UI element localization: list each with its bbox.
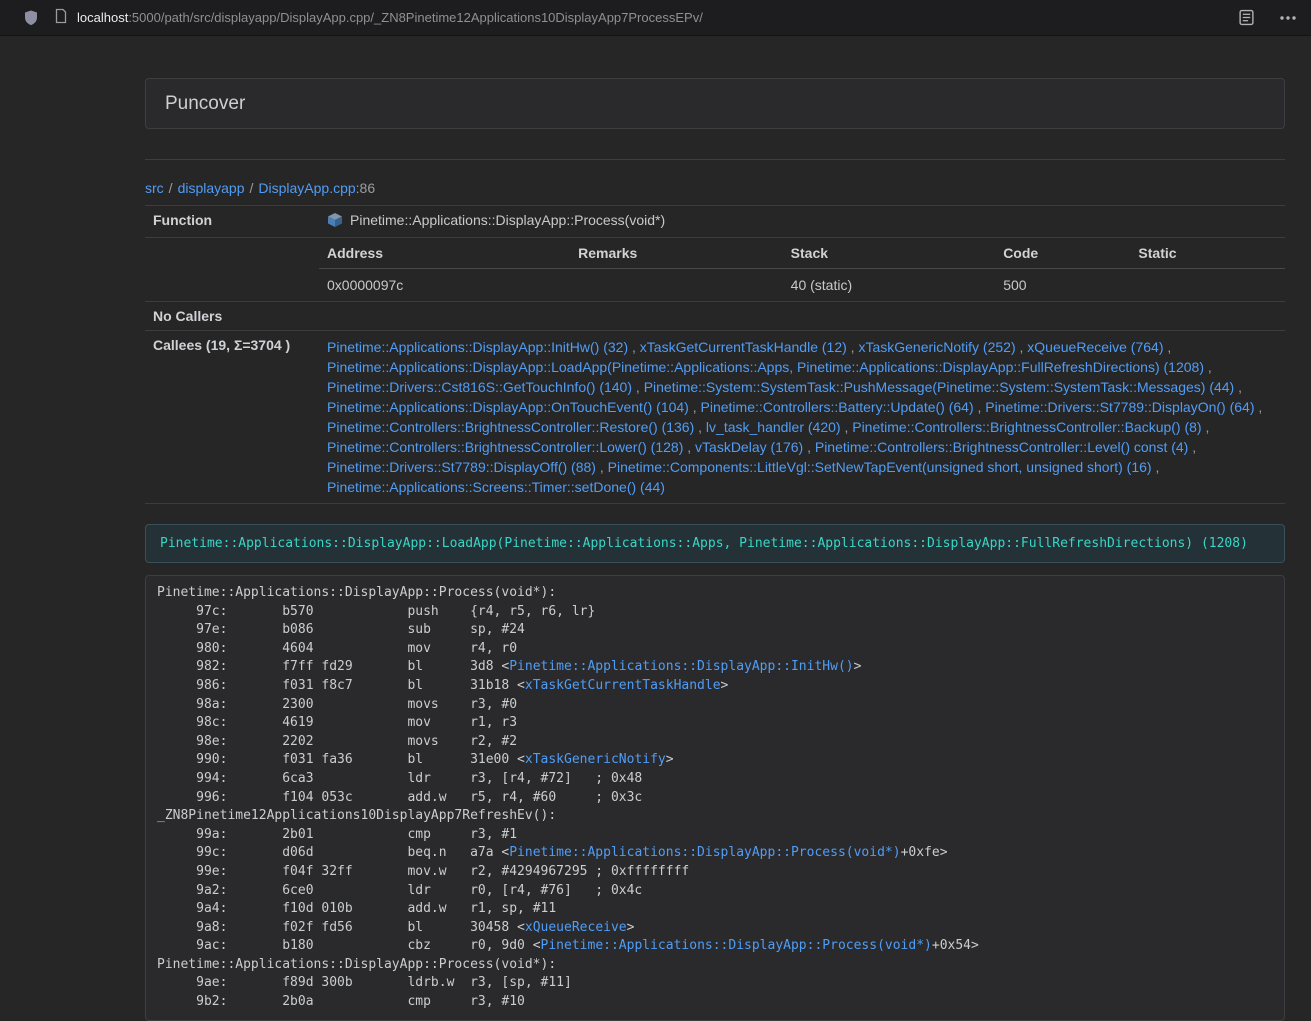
callee-separator: , — [628, 339, 640, 355]
function-stats-table: Address Remarks Stack Code Static 0x0000… — [319, 238, 1285, 301]
url-path: :5000/path/src/displayapp/DisplayApp.cpp… — [128, 10, 703, 25]
callee-link[interactable]: Pinetime::Controllers::BrightnessControl… — [327, 419, 694, 435]
code-size-value: 500 — [995, 269, 1130, 302]
callee-separator: , — [1255, 399, 1263, 415]
column-header-stack: Stack — [783, 238, 996, 269]
callee-link[interactable]: vTaskDelay (176) — [695, 439, 803, 455]
page-container: Puncover src/displayapp/DisplayApp.cpp:8… — [145, 78, 1285, 1021]
callee-separator: , — [683, 439, 695, 455]
callee-separator: , — [847, 339, 859, 355]
callee-separator: , — [1016, 339, 1028, 355]
callee-separator: , — [1202, 419, 1210, 435]
callee-separator: , — [803, 439, 815, 455]
callee-link[interactable]: Pinetime::Controllers::BrightnessControl… — [327, 439, 683, 455]
shield-icon[interactable] — [23, 9, 39, 26]
url-host: localhost — [77, 10, 128, 25]
callee-link[interactable]: Pinetime::Drivers::St7789::DisplayOff() … — [327, 459, 596, 475]
callee-separator: , — [1163, 339, 1171, 355]
callee-link[interactable]: Pinetime::Components::LittleVgl::SetNewT… — [608, 459, 1152, 475]
function-details-row: Address Remarks Stack Code Static 0x0000… — [145, 238, 1285, 302]
callee-link[interactable]: Pinetime::Controllers::BrightnessControl… — [815, 439, 1188, 455]
callee-link[interactable]: xTaskGetCurrentTaskHandle (12) — [640, 339, 847, 355]
callees-list: Pinetime::Applications::DisplayApp::Init… — [319, 331, 1285, 504]
url-text: localhost:5000/path/src/displayapp/Displ… — [77, 10, 703, 25]
url-bar[interactable]: localhost:5000/path/src/displayapp/Displ… — [54, 8, 1214, 27]
breadcrumb-link-src[interactable]: src — [145, 180, 164, 196]
browser-chrome: localhost:5000/path/src/displayapp/Displ… — [0, 0, 1311, 36]
callee-separator: , — [694, 419, 706, 435]
callee-separator: , — [1234, 379, 1242, 395]
no-callers-label: No Callers — [145, 302, 319, 331]
callee-separator: , — [1204, 359, 1212, 375]
callee-link[interactable]: Pinetime::Controllers::BrightnessControl… — [852, 419, 1201, 435]
function-type-icon — [327, 212, 343, 231]
callee-link[interactable]: Pinetime::Applications::Screens::Timer::… — [327, 479, 665, 495]
callee-link[interactable]: xQueueReceive (764) — [1027, 339, 1163, 355]
callees-label: Callees (19, Σ=3704 ) — [145, 331, 319, 504]
static-value — [1130, 269, 1285, 302]
navbar-brand[interactable]: Puncover — [146, 93, 264, 115]
stack-value: 40 (static) — [783, 269, 996, 302]
function-table: Function Pinetime::Applications::Display… — [145, 205, 1285, 504]
callee-link[interactable]: Pinetime::Applications::DisplayApp::OnTo… — [327, 399, 689, 415]
function-row: Function Pinetime::Applications::Display… — [145, 206, 1285, 238]
code-symbol-link[interactable]: xTaskGenericNotify — [525, 752, 666, 767]
menu-dots-icon[interactable] — [1279, 15, 1297, 21]
address-value: 0x0000097c — [319, 269, 570, 302]
callees-row: Callees (19, Σ=3704 ) Pinetime::Applicat… — [145, 331, 1285, 504]
page-icon — [54, 8, 68, 27]
column-header-static: Static — [1130, 238, 1285, 269]
code-symbol-link[interactable]: Pinetime::Applications::DisplayApp::Init… — [509, 659, 853, 674]
table-row: 0x0000097c 40 (static) 500 — [319, 269, 1285, 302]
callee-separator: , — [1188, 439, 1196, 455]
column-header-address: Address — [319, 238, 570, 269]
breadcrumb-link-file[interactable]: DisplayApp.cpp — [258, 180, 355, 196]
callee-separator: , — [689, 399, 701, 415]
breadcrumb-line-number: :86 — [356, 180, 375, 196]
callee-separator: , — [596, 459, 608, 475]
breadcrumb: src/displayapp/DisplayApp.cpp:86 — [145, 180, 1285, 196]
code-symbol-link[interactable]: Pinetime::Applications::DisplayApp::Proc… — [509, 845, 900, 860]
code-symbol-link[interactable]: xQueueReceive — [525, 920, 627, 935]
callee-link[interactable]: xTaskGenericNotify (252) — [858, 339, 1015, 355]
callee-separator: , — [1152, 459, 1160, 475]
no-callers-row: No Callers — [145, 302, 1285, 331]
callee-link[interactable]: Pinetime::Drivers::Cst816S::GetTouchInfo… — [327, 379, 632, 395]
remarks-value — [570, 269, 783, 302]
column-header-code: Code — [995, 238, 1130, 269]
divider — [145, 159, 1285, 160]
function-row-label: Function — [145, 206, 319, 238]
callee-link[interactable]: Pinetime::Controllers::Battery::Update()… — [701, 399, 974, 415]
reader-view-icon[interactable] — [1238, 9, 1255, 26]
callee-link[interactable]: Pinetime::System::SystemTask::PushMessag… — [644, 379, 1235, 395]
function-name: Pinetime::Applications::DisplayApp::Proc… — [350, 212, 665, 228]
callee-link[interactable]: Pinetime::Applications::DisplayApp::Init… — [327, 339, 628, 355]
breadcrumb-separator: / — [250, 180, 254, 196]
app-navbar: Puncover — [145, 78, 1285, 129]
code-symbol-link[interactable]: Pinetime::Applications::DisplayApp::Proc… — [541, 938, 932, 953]
callee-link[interactable]: Pinetime::Drivers::St7789::DisplayOn() (… — [985, 399, 1254, 415]
callee-separator: , — [974, 399, 986, 415]
callee-separator: , — [841, 419, 853, 435]
selected-symbol-text: Pinetime::Applications::DisplayApp::Load… — [160, 536, 1248, 551]
column-header-remarks: Remarks — [570, 238, 783, 269]
callee-separator: , — [632, 379, 644, 395]
selected-symbol-alert: Pinetime::Applications::DisplayApp::Load… — [145, 524, 1285, 563]
breadcrumb-separator: / — [169, 180, 173, 196]
disassembly: Pinetime::Applications::DisplayApp::Proc… — [145, 575, 1285, 1021]
callee-link[interactable]: Pinetime::Applications::DisplayApp::Load… — [327, 359, 1204, 375]
callee-link[interactable]: lv_task_handler (420) — [706, 419, 841, 435]
code-symbol-link[interactable]: xTaskGetCurrentTaskHandle — [525, 678, 721, 693]
breadcrumb-link-displayapp[interactable]: displayapp — [178, 180, 245, 196]
